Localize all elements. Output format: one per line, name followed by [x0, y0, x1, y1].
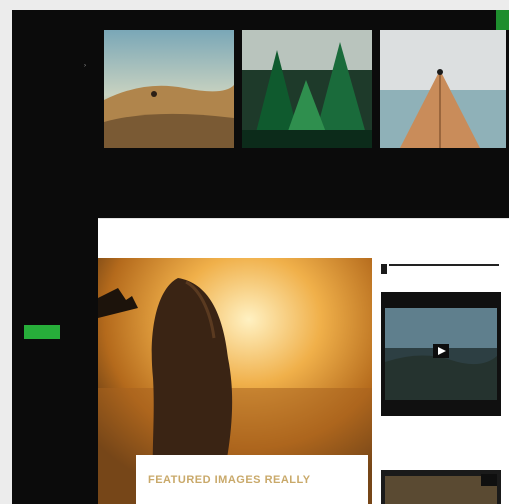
site-tagline	[24, 24, 86, 31]
newsletter-text	[24, 262, 84, 286]
right-column-heading	[393, 266, 493, 274]
subscribe-button[interactable]	[24, 325, 60, 339]
sidebar-item-5[interactable]	[24, 150, 84, 158]
sidebar-item-4[interactable]	[24, 128, 84, 136]
sidebar-item-1[interactable]	[24, 62, 84, 70]
hero-card-2-image[interactable]	[242, 30, 372, 148]
nav-link-2[interactable]	[272, 6, 322, 14]
section-divider	[98, 218, 509, 219]
sidebar-item-2[interactable]	[24, 84, 84, 92]
nav-link-4[interactable]	[378, 6, 418, 14]
nav-link-5[interactable]	[424, 6, 490, 14]
newsletter-heading	[24, 240, 84, 249]
nav-accent-tab[interactable]	[496, 10, 509, 30]
hero-card-2-excerpt	[242, 166, 372, 190]
nav-link-3[interactable]	[328, 6, 368, 14]
chevron-right-icon: ›	[84, 63, 86, 69]
featured-title[interactable]: FEATURED IMAGES REALLY	[148, 472, 358, 488]
video-thumbnail[interactable]	[381, 292, 501, 416]
archives-text	[24, 388, 84, 498]
hero-card-1-image[interactable]	[104, 30, 234, 148]
newsletter-text-2	[24, 302, 84, 310]
site-logo[interactable]	[24, 13, 86, 22]
archives-heading	[24, 366, 84, 375]
second-thumbnail[interactable]	[381, 470, 501, 504]
hero-card-3-image[interactable]	[380, 30, 506, 148]
sidebar-item-3[interactable]	[24, 106, 84, 114]
sidebar-item-7[interactable]	[24, 194, 84, 202]
hero-card-3-excerpt	[380, 166, 504, 182]
nav-link-1[interactable]	[250, 6, 264, 14]
hero-card-1-excerpt	[104, 166, 204, 206]
sidebar-item-6[interactable]	[24, 172, 84, 180]
